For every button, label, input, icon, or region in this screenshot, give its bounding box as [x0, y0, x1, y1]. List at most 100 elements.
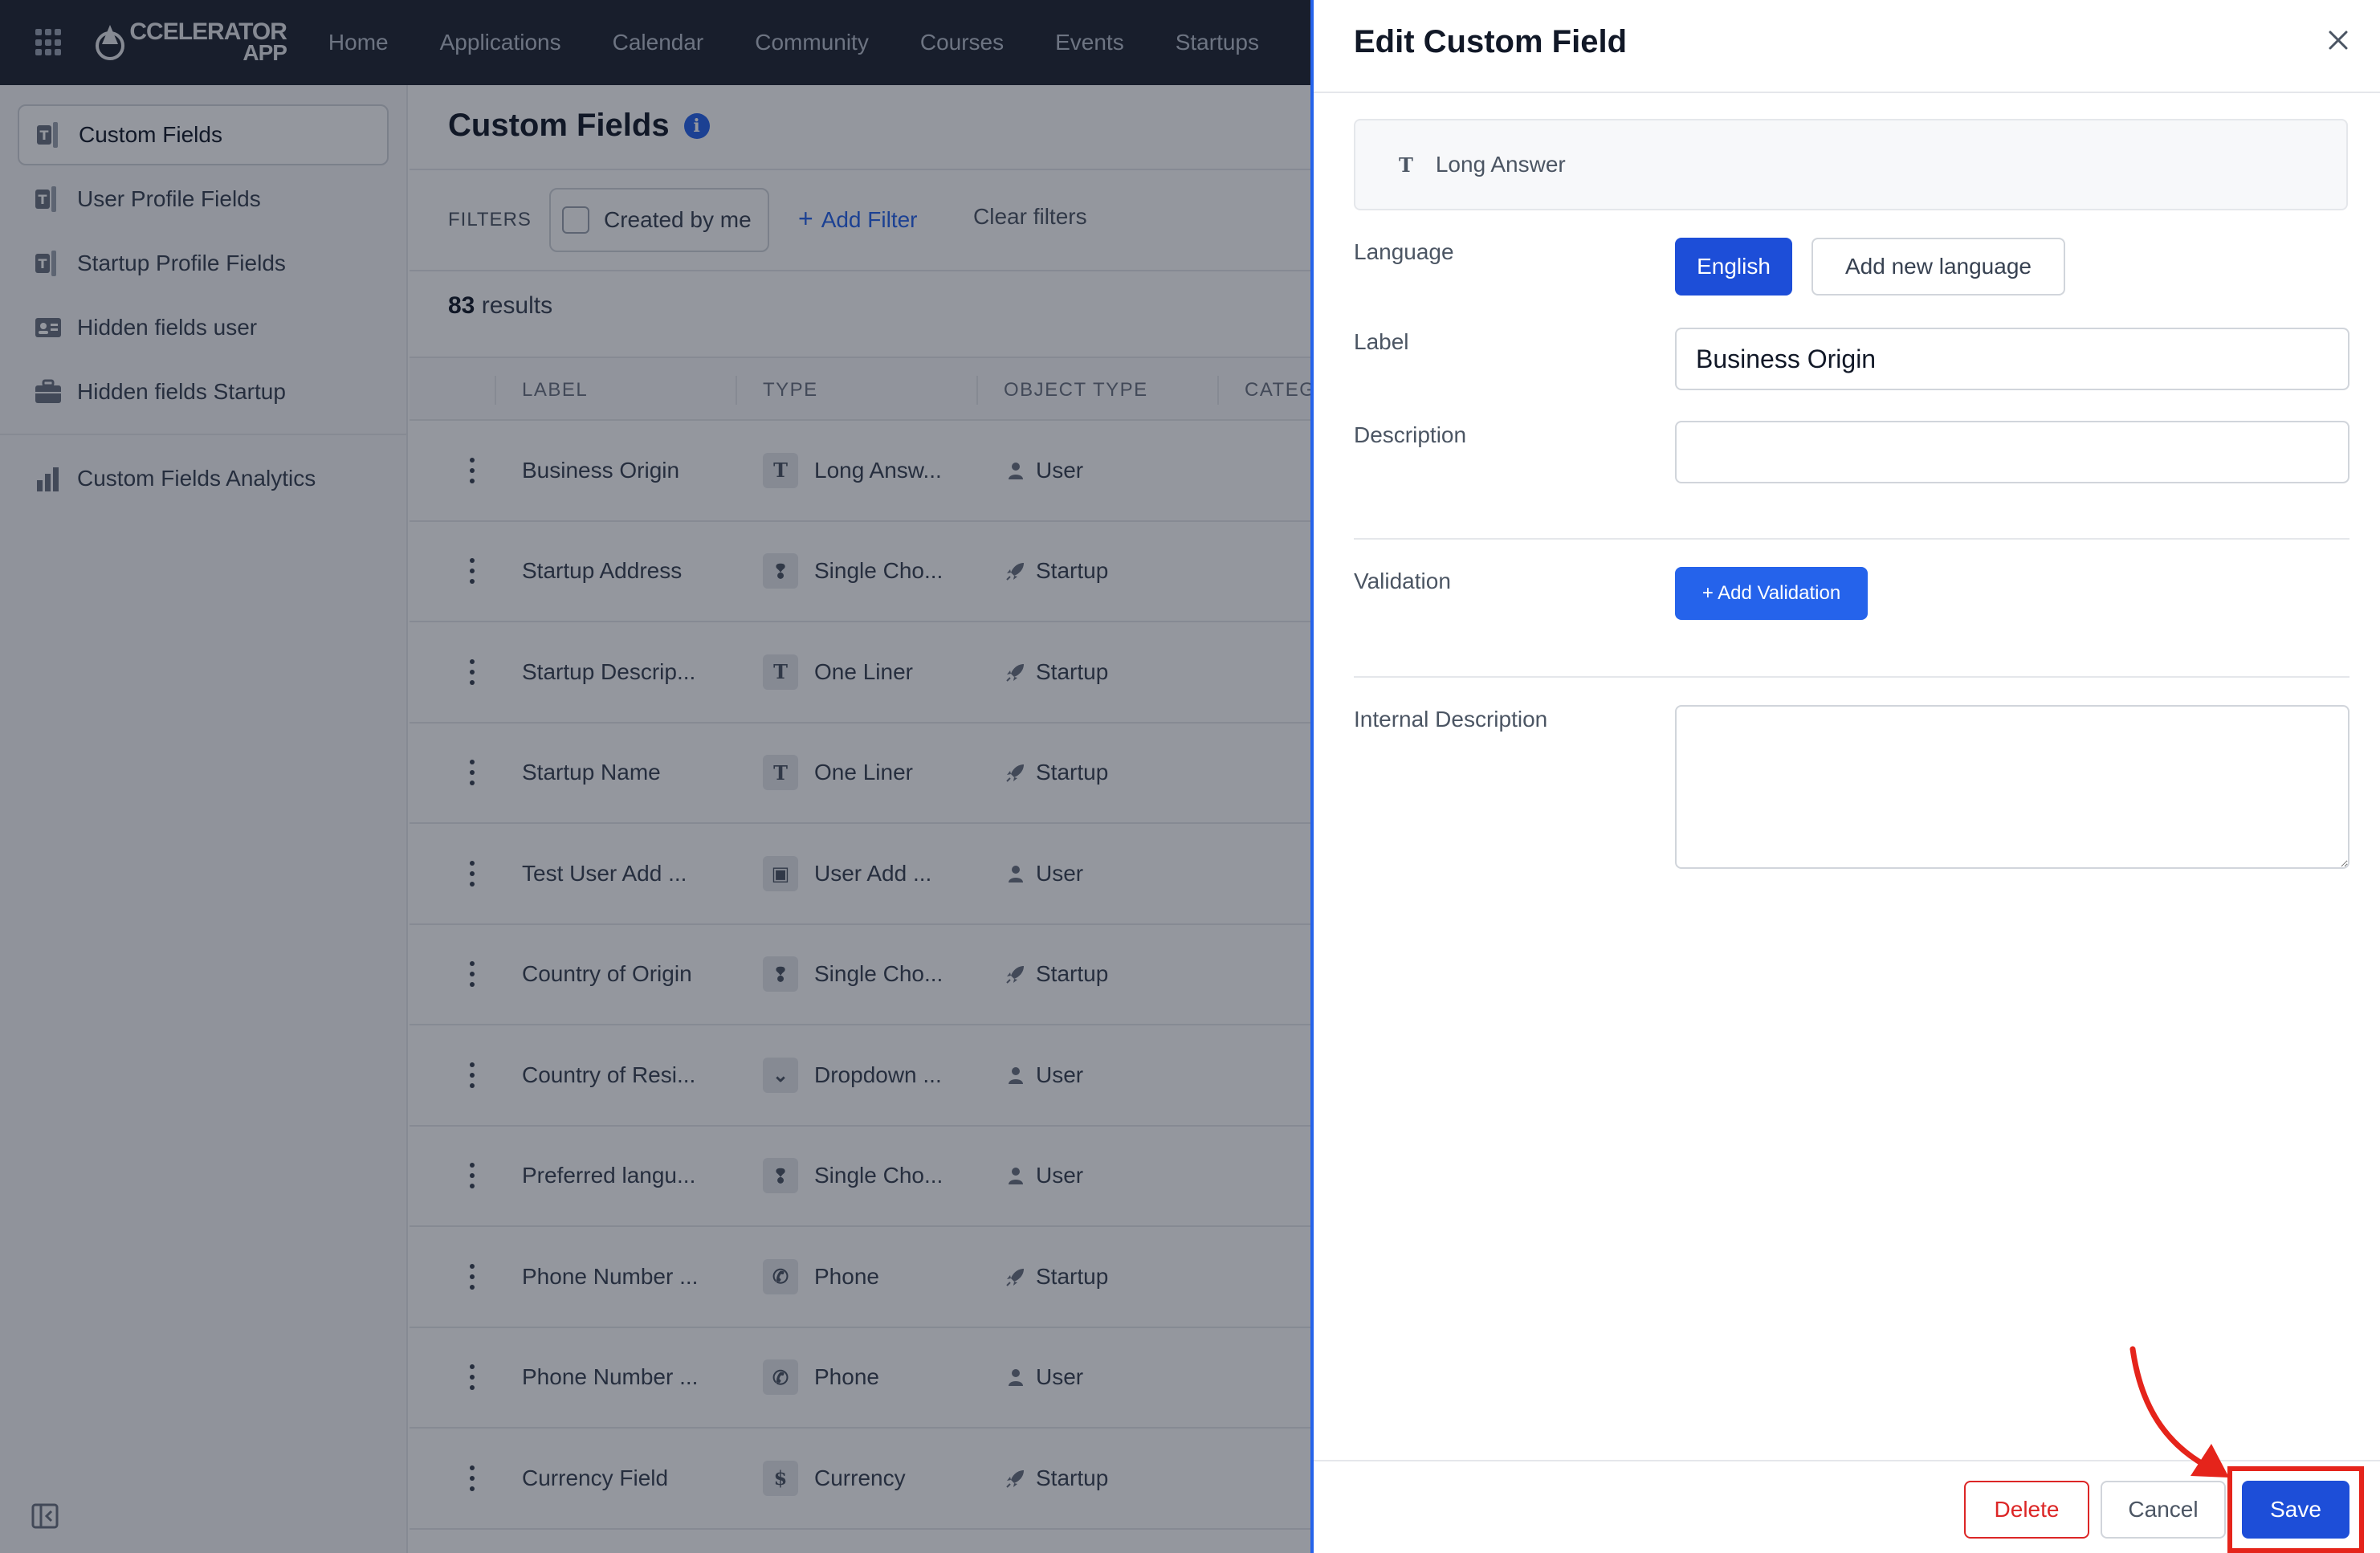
rocket-icon	[1004, 760, 1028, 785]
id-card-icon	[32, 312, 64, 344]
sidebar-item-startup-profile-fields[interactable]: T Startup Profile Fields	[18, 233, 389, 294]
table-row[interactable]: Phone Number ... ✆ Phone Startup	[410, 1227, 1310, 1328]
sidebar-item-label: Startup Profile Fields	[77, 251, 286, 275]
rocket-icon	[1004, 660, 1028, 684]
table-row[interactable]: Startup Name T One Liner Startup	[410, 724, 1310, 824]
row-menu-icon[interactable]	[464, 958, 480, 990]
field-type-icon: ❢	[763, 553, 798, 589]
add-new-language-button[interactable]: Add new language	[1811, 238, 2065, 296]
nav-applications[interactable]: Applications	[440, 30, 561, 55]
field-type-icon: T	[763, 755, 798, 791]
row-label: Currency Field	[522, 1465, 669, 1490]
nav-calendar[interactable]: Calendar	[613, 30, 704, 55]
page-title: Custom Fields i	[448, 108, 710, 144]
nav-home[interactable]: Home	[328, 30, 389, 55]
row-menu-icon[interactable]	[464, 756, 480, 789]
add-validation-button[interactable]: + Add Validation	[1675, 567, 1868, 620]
app-logo[interactable]: CCELERATOR APP	[94, 20, 287, 65]
close-icon[interactable]	[2327, 29, 2351, 53]
nav-events[interactable]: Events	[1055, 30, 1124, 55]
user-icon	[1004, 862, 1028, 886]
sidebar-item-label: User Profile Fields	[77, 186, 261, 211]
language-english-button[interactable]: English	[1675, 238, 1792, 296]
drawer-title: Edit Custom Field	[1354, 24, 1627, 59]
description-field-label: Description	[1354, 422, 1467, 447]
created-by-me-checkbox[interactable]	[562, 206, 589, 234]
nav-courses[interactable]: Courses	[920, 30, 1004, 55]
internal-description-textarea[interactable]	[1675, 705, 2349, 869]
table-row[interactable]: Phone Number ... ✆ Phone User	[410, 1328, 1310, 1429]
table-row[interactable]: Startup Address ❢ Single Cho... Startup	[410, 522, 1310, 622]
svg-text:T: T	[39, 256, 47, 271]
cancel-button[interactable]: Cancel	[2101, 1481, 2226, 1539]
row-menu-icon[interactable]	[464, 1160, 480, 1192]
top-nav: CCELERATOR APP Home Applications Calenda…	[0, 0, 1310, 85]
table-row[interactable]: Test User Add ... ▣ User Add ... User	[410, 824, 1310, 925]
filters-label: FILTERS	[448, 209, 532, 230]
row-object-type: User	[1036, 860, 1084, 886]
row-menu-icon[interactable]	[464, 555, 480, 587]
sidebar-item-hidden-fields-startup[interactable]: Hidden fields Startup	[18, 361, 389, 422]
column-object-type[interactable]: OBJECT TYPE	[1004, 379, 1148, 401]
internal-description-label: Internal Description	[1354, 707, 1548, 732]
column-category[interactable]: CATEG	[1245, 379, 1310, 401]
section-divider	[1354, 538, 2349, 540]
rocket-icon	[1004, 1466, 1028, 1490]
drawer-header-divider	[1314, 92, 2380, 93]
row-object-type: Startup	[1036, 760, 1109, 785]
row-menu-icon[interactable]	[464, 1261, 480, 1293]
apps-grid-icon[interactable]	[35, 29, 62, 56]
column-divider	[1217, 376, 1219, 405]
user-icon	[1004, 1063, 1028, 1087]
nav-startups[interactable]: Startups	[1176, 30, 1259, 55]
column-divider	[495, 376, 496, 405]
table-header: LABEL TYPE OBJECT TYPE CATEG	[410, 357, 1310, 421]
user-icon	[1004, 459, 1028, 483]
field-type-icon: T	[763, 452, 798, 488]
row-type: One Liner	[814, 658, 913, 684]
sidebar-item-hidden-fields-user[interactable]: Hidden fields user	[18, 297, 389, 358]
delete-button[interactable]: Delete	[1964, 1481, 2089, 1539]
nav-community[interactable]: Community	[755, 30, 869, 55]
save-button[interactable]: Save	[2242, 1481, 2349, 1539]
row-menu-icon[interactable]	[464, 1361, 480, 1393]
description-input[interactable]	[1675, 421, 2349, 483]
row-type: Phone	[814, 1263, 879, 1289]
sidebar-item-user-profile-fields[interactable]: T User Profile Fields	[18, 169, 389, 230]
row-object-type: Startup	[1036, 558, 1109, 584]
language-label: Language	[1354, 239, 1454, 264]
column-label[interactable]: LABEL	[522, 379, 588, 401]
add-filter-button[interactable]: + Add Filter	[798, 204, 918, 234]
results-count: 83 results	[448, 292, 552, 320]
row-type: Currency	[814, 1465, 906, 1490]
field-type-icon: ⌄	[763, 1057, 798, 1093]
row-object-type: User	[1036, 1364, 1084, 1390]
table-row[interactable]: Preferred langu... ❢ Single Cho... User	[410, 1127, 1310, 1227]
row-menu-icon[interactable]	[464, 656, 480, 688]
sidebar-item-custom-fields-analytics[interactable]: Custom Fields Analytics	[18, 448, 389, 509]
info-icon[interactable]: i	[683, 112, 710, 139]
clear-filters-button[interactable]: Clear filters	[973, 204, 1087, 230]
created-by-me-filter[interactable]: Created by me	[549, 188, 769, 252]
table-row[interactable]: Business Origin T Long Answ... User	[410, 421, 1310, 522]
table-row[interactable]: Country of Origin ❢ Single Cho... Startup	[410, 925, 1310, 1025]
row-menu-icon[interactable]	[464, 1462, 480, 1494]
row-menu-icon[interactable]	[464, 858, 480, 890]
field-type-display: T Long Answer	[1354, 119, 2348, 210]
row-object-type: Startup	[1036, 1465, 1109, 1490]
table-row[interactable]: Currency Field $ Currency Startup	[410, 1429, 1310, 1530]
row-menu-icon[interactable]	[464, 454, 480, 487]
column-type[interactable]: TYPE	[763, 379, 818, 401]
table-row[interactable]: Country of Resi... ⌄ Dropdown ... User	[410, 1025, 1310, 1127]
row-type: User Add ...	[814, 860, 932, 886]
custom-fields-icon: T	[32, 247, 64, 279]
sidebar-item-custom-fields[interactable]: T Custom Fields	[18, 104, 389, 165]
sidebar-collapse-icon[interactable]	[31, 1502, 63, 1534]
row-type: Single Cho...	[814, 961, 943, 987]
row-object-type: Startup	[1036, 1263, 1109, 1289]
table-row[interactable]: Startup Descrip... T One Liner Startup	[410, 622, 1310, 724]
label-input[interactable]	[1675, 328, 2349, 390]
row-menu-icon[interactable]	[464, 1059, 480, 1091]
table-body: Business Origin T Long Answ... User Startup …	[410, 421, 1310, 1530]
logo-text: CCELERATOR APP	[129, 20, 287, 64]
